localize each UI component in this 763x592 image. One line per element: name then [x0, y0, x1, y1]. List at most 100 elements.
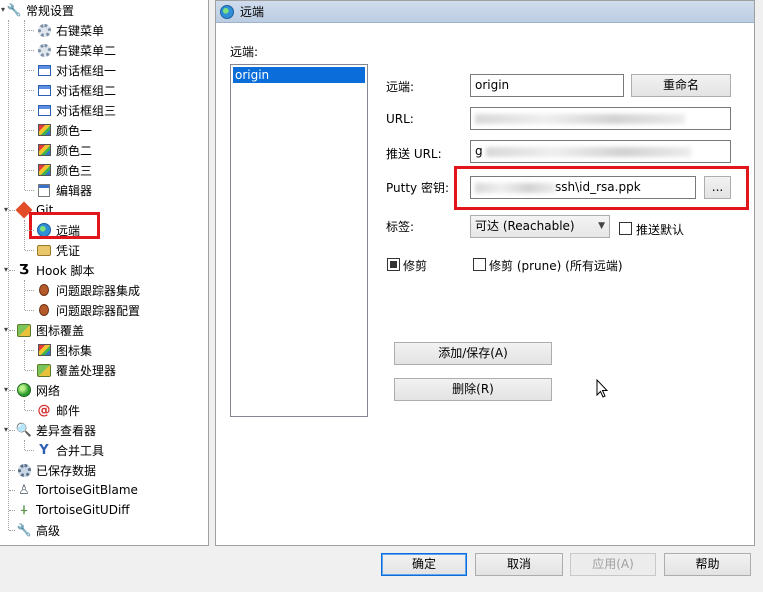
tree-connector: [25, 250, 34, 251]
bug-icon: [36, 282, 52, 298]
tree-item[interactable]: 对话框组二: [36, 80, 116, 100]
tree-connector: [9, 270, 15, 271]
settings-tree[interactable]: ▾ 🔧 常规设置右键菜单右键菜单二对话框组一对话框组二 对话框组三颜色一颜色二 颜色三编…: [0, 0, 209, 546]
prune-checkbox[interactable]: [387, 258, 400, 271]
tree-item-label: 对话框组一: [56, 63, 117, 78]
tree-connector: [9, 430, 15, 431]
putty-key-label: Putty 密钥:: [386, 181, 450, 195]
cancel-button[interactable]: 取消: [475, 553, 563, 576]
tree-connector: [25, 70, 34, 71]
tree-connector: [9, 210, 15, 211]
tree-item[interactable]: 图标集: [36, 340, 92, 360]
rename-button[interactable]: 重命名: [631, 74, 731, 97]
tree-item[interactable]: @ 邮件: [36, 400, 81, 420]
tree-item[interactable]: ⍭ TortoiseGitUDiff: [16, 500, 130, 520]
network-icon: [16, 382, 32, 398]
tree-item[interactable]: 问题跟踪器配置: [36, 300, 140, 320]
remote-label: 远端:: [386, 80, 415, 94]
credential-icon: [36, 242, 52, 258]
tree-item-label: 图标覆盖: [36, 323, 85, 338]
tree-connector: [25, 370, 34, 371]
push-default-label: 推送默认: [636, 223, 685, 237]
tree-connector: [9, 330, 15, 331]
prune-all-checkbox[interactable]: [473, 258, 486, 271]
help-button[interactable]: 帮助: [664, 553, 751, 576]
tree-item[interactable]: 颜色一: [36, 120, 92, 140]
tree-item-label: 高级: [36, 523, 61, 538]
window-icon: [36, 62, 52, 78]
expand-toggle-icon[interactable]: ▾: [1, 6, 9, 14]
tree-connector: [25, 230, 34, 231]
overlay-icon: [16, 322, 32, 338]
tree-item-label: 凭证: [56, 243, 81, 258]
tree-item-label: 颜色一: [56, 123, 93, 138]
redacted-push-url: [486, 146, 692, 157]
tree-connector: [9, 510, 15, 511]
tree-item-label: 差异查看器: [36, 423, 97, 438]
tree-item-label: 邮件: [56, 403, 81, 418]
tree-item[interactable]: 覆盖处理器: [36, 360, 116, 380]
delete-button[interactable]: 删除(R): [394, 378, 552, 401]
push-default-checkbox[interactable]: [619, 222, 632, 235]
color-icon: [36, 162, 52, 178]
mouse-cursor-icon: [596, 379, 609, 398]
tree-item[interactable]: 编辑器: [36, 180, 92, 200]
tree-item[interactable]: 凭证: [36, 240, 80, 260]
tree-item[interactable]: 问题跟踪器集成: [36, 280, 140, 300]
gear-icon: [36, 42, 52, 58]
overlay-icon: [36, 362, 52, 378]
tree-item-label: 问题跟踪器配置: [56, 303, 141, 318]
saved-data-icon: [16, 462, 32, 478]
bug-icon: [36, 302, 52, 318]
tree-item-label: 右键菜单二: [56, 43, 117, 58]
tree-item[interactable]: ▾ 网络: [4, 380, 60, 400]
tree-item[interactable]: Y 合并工具: [36, 440, 104, 460]
url-input[interactable]: [470, 107, 731, 130]
putty-key-highlight-box: [454, 166, 749, 210]
add-save-button[interactable]: 添加/保存(A): [394, 342, 552, 365]
color-icon: [36, 342, 52, 358]
remote-list-item[interactable]: origin: [233, 67, 365, 83]
tree-item-label: 右键菜单: [56, 23, 105, 38]
tree-item[interactable]: 右键菜单: [36, 20, 104, 40]
tree-item-label: TortoiseGitUDiff: [36, 503, 130, 517]
wrench-icon: 🔧: [16, 523, 32, 537]
remote-list[interactable]: origin: [230, 64, 368, 417]
tree-item[interactable]: 对话框组一: [36, 60, 116, 80]
tree-connector: [25, 290, 34, 291]
tree-item[interactable]: 🔧 高级: [16, 520, 61, 540]
remote-name-input[interactable]: origin: [470, 74, 624, 97]
merge-icon: Y: [39, 442, 49, 458]
tree-item-label: TortoiseGitBlame: [36, 483, 138, 497]
tree-item[interactable]: 颜色三: [36, 160, 92, 180]
redacted-url: [475, 113, 685, 124]
apply-button[interactable]: 应用(A): [570, 553, 656, 576]
push-url-prefix: g: [475, 144, 483, 158]
tree-item-label: 编辑器: [56, 183, 93, 198]
tree-item[interactable]: ▾ 图标覆盖: [4, 320, 85, 340]
color-icon: [36, 142, 52, 158]
panel-title: 远端: [240, 5, 265, 19]
at-icon: @: [37, 402, 51, 418]
tree-item[interactable]: ▾ Ʒ Hook 脚本: [4, 260, 94, 280]
tag-select[interactable]: 可达 (Reachable) ▼: [470, 215, 610, 238]
tree-item-label: 覆盖处理器: [56, 363, 117, 378]
tree-item[interactable]: 颜色二: [36, 140, 92, 160]
tree-item[interactable]: ▾ 🔧 常规设置: [1, 0, 74, 20]
tag-label: 标签:: [386, 220, 415, 234]
tree-item[interactable]: 右键菜单二: [36, 40, 116, 60]
tree-item[interactable]: ▾ 🔍 差异查看器: [4, 420, 97, 440]
push-url-label: 推送 URL:: [386, 147, 442, 161]
tree-connector: [9, 530, 15, 531]
prune-label: 修剪: [403, 259, 428, 273]
tree-connector: [9, 470, 15, 471]
tree-item[interactable]: 对话框组三: [36, 100, 116, 120]
push-url-input[interactable]: g: [470, 140, 731, 163]
tree-item-label: 问题跟踪器集成: [56, 283, 141, 298]
tree-item[interactable]: 已保存数据: [16, 460, 96, 480]
panel-header: 远端: [216, 1, 754, 23]
tree-connector: [25, 410, 34, 411]
ok-button[interactable]: 确定: [381, 553, 467, 576]
tree-item[interactable]: ♙ TortoiseGitBlame: [16, 480, 138, 500]
window-icon: [36, 82, 52, 98]
